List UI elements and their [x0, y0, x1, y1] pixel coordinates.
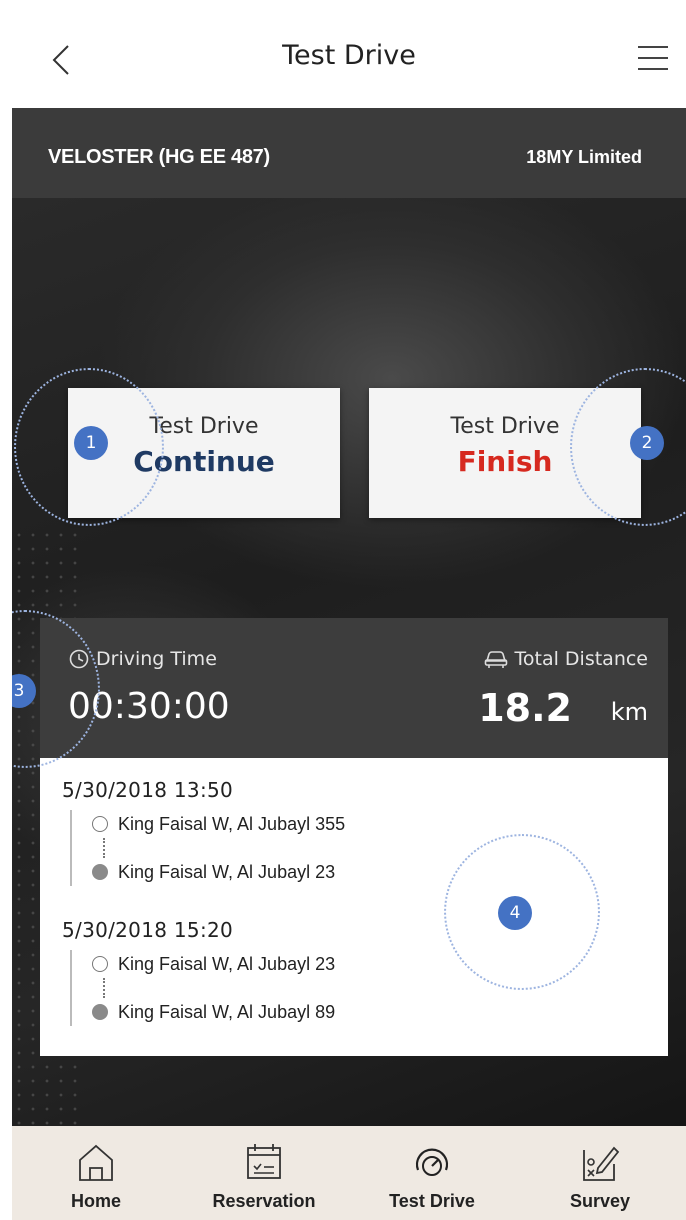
page-title: Test Drive [282, 40, 416, 71]
route-end: King Faisal W, Al Jubayl 89 [92, 998, 335, 1026]
survey-edit-icon [583, 1146, 620, 1181]
total-distance-value: 18.2 [478, 686, 572, 730]
tab-survey[interactable]: Survey [516, 1126, 684, 1220]
vehicle-model: VELOSTER (HG EE 487) [48, 146, 270, 168]
total-distance-label-group: Total Distance [483, 648, 649, 670]
bottom-tab-bar: Home Reservation Test Drive Survey [12, 1126, 686, 1220]
speedometer-icon [415, 1148, 449, 1176]
vehicle-trim: 18MY Limited [526, 147, 642, 167]
route-connector [103, 838, 345, 858]
trip-entry[interactable]: 5/30/2018 13:50 King Faisal W, Al Jubayl… [62, 778, 345, 886]
tab-test-drive-label: Test Drive [389, 1191, 475, 1211]
end-point-icon [92, 864, 108, 880]
car-icon [484, 651, 507, 668]
trip-route: King Faisal W, Al Jubayl 23 King Faisal … [70, 950, 335, 1026]
route-start: King Faisal W, Al Jubayl 23 [92, 950, 335, 978]
tab-survey-label: Survey [569, 1191, 631, 1211]
end-point-icon [92, 1004, 108, 1020]
total-distance-unit: km [610, 698, 648, 726]
drive-stats-panel: Driving Time 00:30:00 Total Distance 18.… [40, 618, 668, 758]
end-address: King Faisal W, Al Jubayl 23 [118, 861, 336, 882]
trip-datetime: 5/30/2018 13:50 [62, 778, 234, 802]
annotation-badge-4: 4 [498, 896, 532, 930]
start-point-icon [92, 956, 108, 972]
end-address: King Faisal W, Al Jubayl 89 [118, 1001, 336, 1022]
start-address: King Faisal W, Al Jubayl 355 [118, 813, 346, 834]
home-icon [79, 1144, 113, 1181]
tab-reservation-label: Reservation [212, 1191, 316, 1211]
route-connector [103, 978, 335, 998]
app-screen: Test Drive VELOSTER (HG EE 487) 18MY Lim… [12, 10, 686, 1220]
hamburger-menu-icon[interactable] [636, 44, 670, 72]
trip-entry[interactable]: 5/30/2018 15:20 King Faisal W, Al Jubayl… [62, 918, 335, 1026]
total-distance-label: Total Distance [514, 648, 649, 670]
vehicle-info-bar: VELOSTER (HG EE 487) 18MY Limited [12, 108, 686, 198]
route-end: King Faisal W, Al Jubayl 23 [92, 858, 345, 886]
start-address: King Faisal W, Al Jubayl 23 [118, 953, 336, 974]
route-start: King Faisal W, Al Jubayl 355 [92, 810, 345, 838]
tab-home[interactable]: Home [12, 1126, 180, 1220]
header: Test Drive [12, 10, 686, 108]
driving-time-label: Driving Time [96, 648, 217, 670]
tab-home-label: Home [70, 1191, 121, 1211]
start-point-icon [92, 816, 108, 832]
annotation-badge-1: 1 [74, 426, 108, 460]
trip-route: King Faisal W, Al Jubayl 355 King Faisal… [70, 810, 345, 886]
tab-reservation[interactable]: Reservation [180, 1126, 348, 1220]
calendar-icon [247, 1144, 281, 1179]
tab-test-drive[interactable]: Test Drive [348, 1126, 516, 1220]
annotation-badge-2: 2 [630, 426, 664, 460]
trip-datetime: 5/30/2018 15:20 [62, 918, 234, 942]
